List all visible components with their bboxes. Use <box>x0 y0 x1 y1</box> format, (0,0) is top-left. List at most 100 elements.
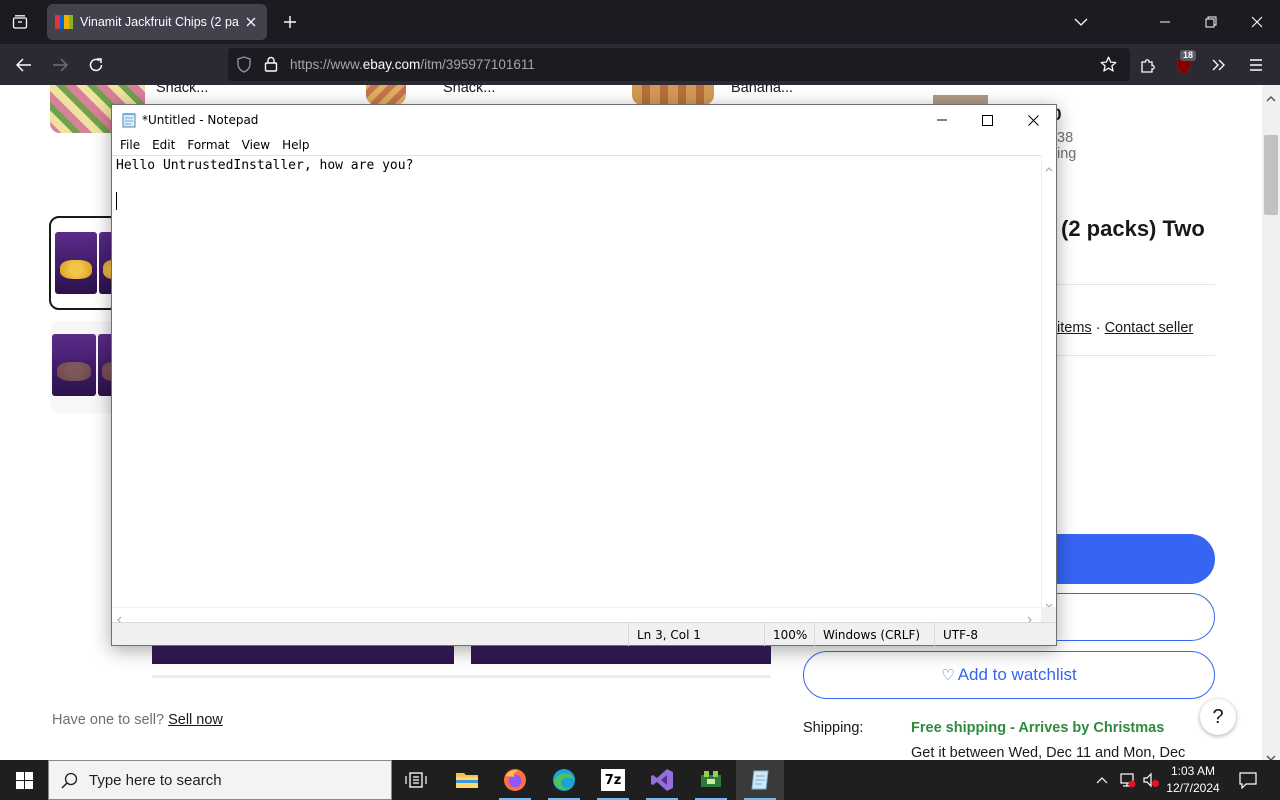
7zip-icon: 7z <box>601 769 625 791</box>
action-center-button[interactable] <box>1233 760 1263 800</box>
notepad-maximize-button[interactable] <box>964 105 1010 135</box>
taskbar-visual-studio[interactable] <box>638 760 686 800</box>
notepad-icon <box>751 770 769 790</box>
edge-icon <box>553 769 575 791</box>
sold-count-fragment: 38 <box>1057 130 1074 146</box>
browser-nav-bar: https://www.ebay.com/itm/395977101611 18 <box>0 44 1280 85</box>
tab-ebay-listing[interactable]: Vinamit Jackfruit Chips (2 pack: <box>47 4 267 40</box>
status-cursor-position: Ln 3, Col 1 <box>628 623 764 646</box>
visual-studio-icon <box>651 769 673 791</box>
add-to-watchlist-button[interactable]: ♡ Add to watchlist <box>803 651 1215 699</box>
thumbnail-2[interactable] <box>50 321 120 413</box>
url-bar[interactable]: https://www.ebay.com/itm/395977101611 <box>228 48 1130 81</box>
extensions-puzzle-icon[interactable] <box>1133 50 1163 80</box>
folder-icon <box>456 773 478 788</box>
seller-links: items · Contact seller <box>1057 320 1193 336</box>
taskbar-file-explorer[interactable] <box>443 760 491 800</box>
menu-format[interactable]: Format <box>181 138 235 152</box>
carousel-item-image[interactable] <box>366 85 406 105</box>
text-caret <box>116 192 117 210</box>
thumbnail-1-selected[interactable] <box>49 216 119 310</box>
taskbar-search-box[interactable]: Type here to search <box>48 760 392 800</box>
forward-button[interactable] <box>45 50 75 80</box>
seller-items-link[interactable]: items <box>1057 320 1092 336</box>
windows-taskbar: Type here to search 7z 1:03 AM 12/7/2024 <box>0 760 1280 800</box>
tab-title: Vinamit Jackfruit Chips (2 pack: <box>80 15 239 29</box>
taskbar-edge[interactable] <box>540 760 588 800</box>
link-separator: · <box>1095 320 1101 336</box>
menu-edit[interactable]: Edit <box>146 138 181 152</box>
tab-close-icon[interactable] <box>243 14 259 30</box>
minimize-button[interactable] <box>1142 0 1188 44</box>
notepad-status-bar: Ln 3, Col 1 100% Windows (CRLF) UTF-8 <box>112 622 1056 646</box>
taskbar-clock[interactable]: 1:03 AM 12/7/2024 <box>1163 763 1223 797</box>
close-window-button[interactable] <box>1234 0 1280 44</box>
search-icon <box>61 772 78 794</box>
task-view-button[interactable] <box>392 760 440 800</box>
volume-tray-icon[interactable] <box>1139 760 1163 800</box>
notepad-vertical-scrollbar[interactable] <box>1041 155 1056 608</box>
tracking-protection-shield-icon[interactable] <box>236 56 252 78</box>
game-app-icon <box>701 771 721 787</box>
hamburger-menu-icon[interactable] <box>1241 50 1271 80</box>
notepad-title: *Untitled - Notepad <box>142 113 259 127</box>
firefox-icon <box>504 769 526 791</box>
browser-tab-bar: Vinamit Jackfruit Chips (2 pack: <box>0 0 1280 44</box>
shipping-label: Shipping: <box>803 720 864 736</box>
url-prefix: https://www. <box>290 57 363 72</box>
carousel-item-title[interactable]: Snack... <box>156 85 208 96</box>
taskbar-app-green[interactable] <box>687 760 735 800</box>
restore-button[interactable] <box>1188 0 1234 44</box>
sell-now-link[interactable]: Sell now <box>168 712 223 728</box>
chevron-up-icon <box>1096 776 1108 783</box>
delivery-dates: Get it between Wed, Dec 11 and Mon, Dec <box>911 745 1186 760</box>
notepad-app-icon <box>121 112 137 128</box>
menu-help[interactable]: Help <box>276 138 315 152</box>
windows-logo-icon <box>15 771 33 789</box>
page-scrollbar[interactable] <box>1262 85 1280 761</box>
divider <box>1057 284 1215 285</box>
menu-file[interactable]: File <box>114 138 146 152</box>
notepad-text-area[interactable]: Hello UntrustedInstaller, how are you? <box>112 155 1041 607</box>
overflow-chevrons-icon[interactable] <box>1204 50 1234 80</box>
speaker-muted-icon <box>1143 772 1159 788</box>
tab-list-icon[interactable] <box>6 8 34 36</box>
url-text[interactable]: https://www.ebay.com/itm/395977101611 <box>290 57 535 72</box>
ebay-favicon-icon <box>55 15 73 29</box>
new-tab-button[interactable] <box>276 8 304 36</box>
clock-time: 1:03 AM <box>1170 764 1216 778</box>
status-zoom: 100% <box>764 623 814 646</box>
notepad-menu-bar: File Edit Format View Help <box>112 135 1056 155</box>
list-all-tabs-icon[interactable] <box>1058 0 1104 44</box>
taskbar-notepad[interactable] <box>736 760 784 800</box>
carousel-item-title[interactable]: Banana... <box>731 85 793 96</box>
carousel-item-title[interactable]: Snack... <box>443 85 495 96</box>
notepad-title-bar[interactable]: *Untitled - Notepad <box>112 105 1056 135</box>
scroll-up-arrow-icon[interactable] <box>1266 89 1276 107</box>
notepad-window[interactable]: *Untitled - Notepad File Edit Format Vie… <box>111 104 1057 646</box>
network-tray-icon[interactable] <box>1115 760 1139 800</box>
page-scrollbar-thumb[interactable] <box>1264 135 1278 215</box>
bookmark-star-icon[interactable] <box>1100 56 1117 78</box>
status-line-endings: Windows (CRLF) <box>814 623 934 646</box>
start-button[interactable] <box>0 760 48 800</box>
notification-icon <box>1239 771 1257 789</box>
carousel-item-image[interactable] <box>632 85 714 105</box>
network-icon <box>1120 773 1136 788</box>
show-hidden-icons-button[interactable] <box>1091 760 1113 800</box>
help-button[interactable]: ? <box>1200 699 1236 735</box>
have-one-to-sell: Have one to sell? Sell now <box>52 712 223 728</box>
image-container-border <box>152 675 771 678</box>
back-button[interactable] <box>9 50 39 80</box>
sell-prompt: Have one to sell? <box>52 712 165 728</box>
lock-icon[interactable] <box>264 56 278 77</box>
np-scroll-up-icon[interactable] <box>1045 159 1053 177</box>
menu-view[interactable]: View <box>236 138 276 152</box>
notepad-close-button[interactable] <box>1010 105 1056 135</box>
notepad-horizontal-scrollbar[interactable] <box>112 607 1041 624</box>
taskbar-7zip[interactable]: 7z <box>589 760 637 800</box>
reload-button[interactable] <box>81 50 111 80</box>
taskbar-firefox[interactable] <box>491 760 539 800</box>
notepad-minimize-button[interactable] <box>919 105 965 135</box>
contact-seller-link[interactable]: Contact seller <box>1105 320 1194 336</box>
